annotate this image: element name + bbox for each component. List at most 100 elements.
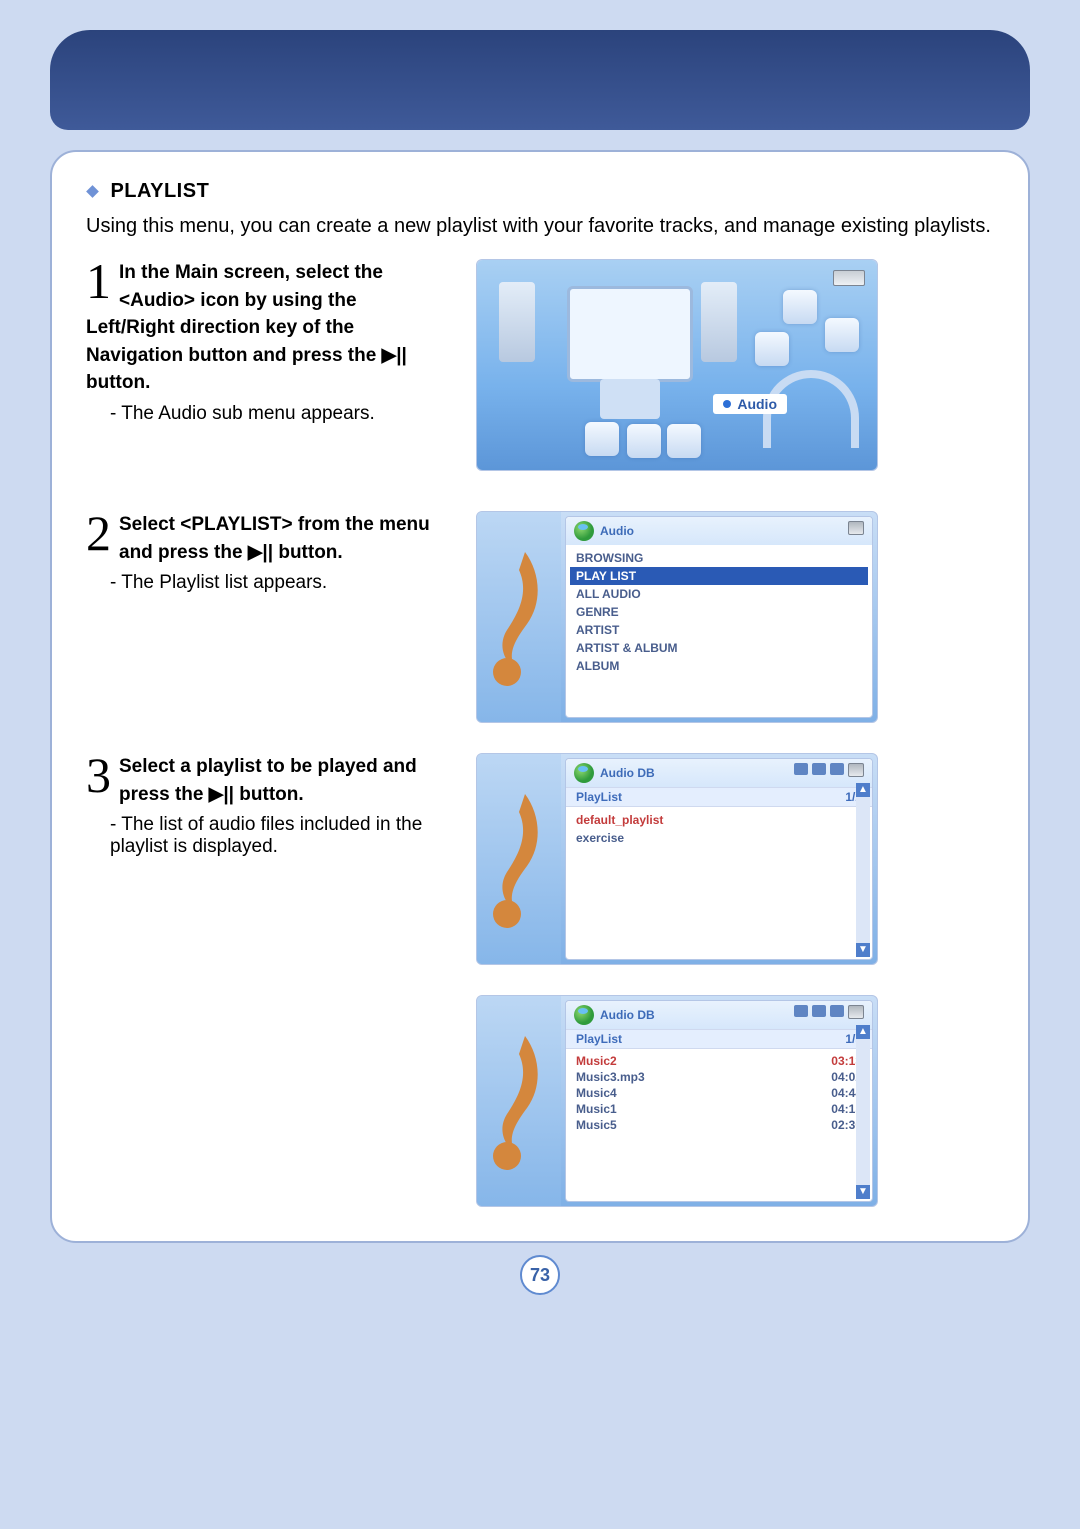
- playlist-list-panel: Audio DB PlayList 1/2: [565, 758, 873, 960]
- track-name: Music2: [576, 1054, 617, 1068]
- sub-title: PlayList: [576, 790, 622, 804]
- table-row: Music2 03:13: [576, 1053, 862, 1069]
- table-row: Music3.mp3 04:02: [576, 1069, 862, 1085]
- step-number: 1: [86, 259, 111, 304]
- step-body: In the Main screen, select the <Audio> i…: [86, 259, 446, 397]
- step-3-screenshot: Audio DB PlayList 1/2: [476, 753, 994, 965]
- list-item: ARTIST & ALBUM: [576, 639, 862, 657]
- list-item: ARTIST: [576, 621, 862, 639]
- step-1-text: 1 In the Main screen, select the <Audio>…: [86, 259, 446, 471]
- status-icon: [812, 763, 826, 775]
- list-item: exercise: [576, 829, 862, 847]
- track-list-screenshot: Audio DB PlayList 1/5: [476, 995, 994, 1207]
- speaker-left-icon: [499, 282, 535, 362]
- audio-menu-list: BROWSING PLAY LIST ALL AUDIO GENRE ARTIS…: [566, 545, 872, 679]
- step-3b-row: Audio DB PlayList 1/5: [86, 995, 994, 1207]
- step-3-bold: Select a playlist to be played and press…: [119, 756, 417, 805]
- status-icon: [794, 763, 808, 775]
- list-item: BROWSING: [576, 549, 862, 567]
- panel-title: Audio DB: [600, 1008, 655, 1022]
- list-item: ALL AUDIO: [576, 585, 862, 603]
- playlist-list: default_playlist exercise: [566, 807, 872, 851]
- status-icons: [848, 521, 864, 535]
- step-body: Select a playlist to be played and press…: [86, 753, 446, 808]
- step-3-text: 3 Select a playlist to be played and pre…: [86, 753, 446, 965]
- panel-title: Audio DB: [600, 766, 655, 780]
- audio-menu-panel: Audio BROWSING PLAY LIST ALL AUDIO GENRE: [565, 516, 873, 718]
- sub-title: PlayList: [576, 1032, 622, 1046]
- scroll-up-icon: ▲: [856, 1025, 870, 1039]
- content-frame: PLAYLIST Using this menu, you can create…: [50, 150, 1030, 1243]
- music-note-icon: [485, 784, 551, 934]
- status-icons: [794, 763, 864, 777]
- battery-icon: [833, 270, 865, 286]
- scrollbar: ▲ ▼: [856, 1025, 870, 1199]
- screenshot-sidebar: [477, 754, 561, 964]
- manual-page: PLAYLIST Using this menu, you can create…: [0, 30, 1080, 1325]
- list-item: PLAY LIST: [570, 567, 868, 585]
- panel-title: Audio: [600, 524, 634, 538]
- step-2-bold: Select <PLAYLIST> from the menu and pres…: [119, 514, 430, 563]
- status-icon: [812, 1005, 826, 1017]
- track-list-panel: Audio DB PlayList 1/5: [565, 1000, 873, 1202]
- app-icon: [755, 332, 789, 366]
- status-icon: [830, 763, 844, 775]
- globe-icon: [574, 1005, 594, 1025]
- globe-icon: [574, 763, 594, 783]
- app-icon: [667, 424, 701, 458]
- battery-icon: [848, 1005, 864, 1019]
- track-name: Music5: [576, 1118, 617, 1132]
- step-2-note: - The Playlist list appears.: [86, 572, 446, 594]
- status-icons: [794, 1005, 864, 1019]
- scroll-up-icon: ▲: [856, 783, 870, 797]
- step-1-screenshot: Audio: [476, 259, 994, 471]
- step-1-row: 1 In the Main screen, select the <Audio>…: [86, 259, 994, 471]
- step-1-note: - The Audio sub menu appears.: [86, 403, 446, 425]
- table-row: Music1 04:15: [576, 1101, 862, 1117]
- app-icon: [627, 424, 661, 458]
- app-icon: [585, 422, 619, 456]
- track-name: Music3.mp3: [576, 1070, 645, 1084]
- app-icon: [783, 290, 817, 324]
- step-2-row: 2 Select <PLAYLIST> from the menu and pr…: [86, 511, 994, 723]
- audio-label: Audio: [713, 394, 787, 414]
- music-note-icon: [485, 542, 551, 692]
- track-name: Music1: [576, 1102, 617, 1116]
- screenshot-sidebar: [477, 512, 561, 722]
- battery-icon: [848, 763, 864, 777]
- step-number: 3: [86, 753, 111, 798]
- step-3-row: 3 Select a playlist to be played and pre…: [86, 753, 994, 965]
- tv-icon: [567, 286, 693, 382]
- table-row: Music4 04:44: [576, 1085, 862, 1101]
- main-screen-mock: Audio: [477, 260, 877, 470]
- scroll-down-icon: ▼: [856, 943, 870, 957]
- section-title: PLAYLIST: [110, 180, 209, 202]
- app-icon: [825, 318, 859, 352]
- step-2-screenshot: Audio BROWSING PLAY LIST ALL AUDIO GENRE: [476, 511, 994, 723]
- battery-icon: [848, 521, 864, 535]
- list-item: GENRE: [576, 603, 862, 621]
- status-icon: [830, 1005, 844, 1017]
- step-number: 2: [86, 511, 111, 556]
- diamond-bullet-icon: [86, 185, 100, 199]
- status-icon: [794, 1005, 808, 1017]
- track-list: Music2 03:13 Music3.mp3 04:02 Music4 04:…: [566, 1049, 872, 1137]
- step-1-bold: In the Main screen, select the <Audio> i…: [86, 262, 407, 393]
- globe-icon: [574, 521, 594, 541]
- scrollbar: ▲ ▼: [856, 783, 870, 957]
- music-note-icon: [485, 1026, 551, 1176]
- scroll-down-icon: ▼: [856, 1185, 870, 1199]
- page-number: 73: [520, 1255, 560, 1295]
- section-heading: PLAYLIST: [86, 180, 994, 203]
- list-item: default_playlist: [576, 811, 862, 829]
- screenshot-sidebar: [477, 996, 561, 1206]
- table-row: Music5 02:30: [576, 1117, 862, 1133]
- section-intro: Using this menu, you can create a new pl…: [86, 211, 994, 241]
- track-name: Music4: [576, 1086, 617, 1100]
- spacer: [86, 995, 446, 1207]
- step-body: Select <PLAYLIST> from the menu and pres…: [86, 511, 446, 566]
- speaker-right-icon: [701, 282, 737, 362]
- step-2-text: 2 Select <PLAYLIST> from the menu and pr…: [86, 511, 446, 723]
- header-band: [50, 30, 1030, 130]
- list-item: ALBUM: [576, 657, 862, 675]
